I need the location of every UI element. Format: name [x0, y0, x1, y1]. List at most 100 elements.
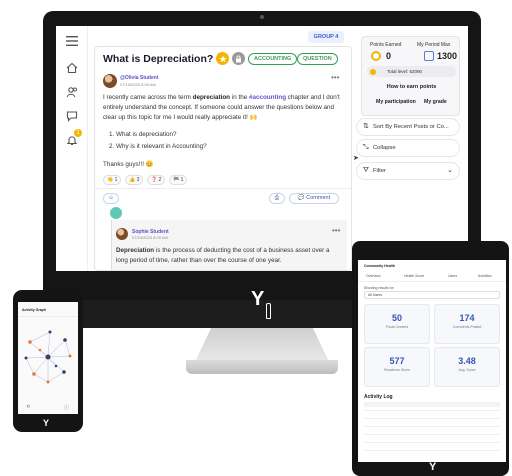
total-level-label: Total level: 52090: [387, 69, 423, 74]
tablet-filter-label: Showing results for: [364, 286, 394, 290]
phone-back-icon[interactable]: ⟲: [26, 404, 30, 410]
home-icon[interactable]: [65, 62, 79, 76]
tablet-tab[interactable]: Activities: [478, 274, 492, 278]
sort-dropdown[interactable]: ⇅ Sort By Recent Posts or Co...: [356, 118, 460, 136]
collapse-icon: ⤡: [363, 144, 369, 151]
my-participation-link[interactable]: My participation: [376, 99, 416, 105]
more-options-icon[interactable]: •••: [331, 73, 339, 82]
phone-brand-logo: Y: [43, 418, 50, 428]
stat-value: 174: [459, 313, 475, 323]
table-row: [364, 450, 500, 451]
reply-comment: Sophie Student 07/19/2023 8:00 AM ••• De…: [110, 207, 347, 270]
chevron-down-icon: ⌄: [447, 167, 453, 174]
add-reaction-button[interactable]: ☺: [103, 193, 119, 204]
activity-log-title: Activity Log: [364, 394, 393, 400]
filter-label: Filter: [373, 168, 386, 174]
points-earned-label: Points Earned: [370, 42, 402, 48]
period-max-value: 1300: [437, 51, 458, 61]
menu-icon[interactable]: [65, 36, 79, 50]
how-to-earn-link[interactable]: How to earn points: [362, 84, 461, 90]
stat-card: 3.48 Avg. Score: [434, 347, 500, 387]
sun-icon: [370, 68, 376, 75]
my-grade-link[interactable]: My grade: [424, 99, 447, 105]
reaction-flag[interactable]: 🏁 1: [169, 175, 188, 185]
app-screen: 1 GROUP 4 What is Depreciation? ACCOUNTI…: [56, 26, 468, 271]
more-options-icon[interactable]: •••: [332, 226, 340, 235]
post-thanks: Thanks guys!!! 😊: [103, 161, 154, 168]
table-row: [364, 418, 500, 419]
table-row: [364, 442, 500, 443]
stat-value: 577: [389, 356, 405, 366]
tablet-filter-select[interactable]: All Users: [364, 291, 500, 299]
points-earned-value: 0: [386, 51, 392, 61]
star-icon[interactable]: [216, 52, 229, 65]
table-row: [364, 426, 500, 427]
stat-label: Avg. Score: [458, 368, 476, 372]
stat-label: Posts Created: [385, 325, 409, 329]
filter-dropdown[interactable]: ⛛ Filter ⌄: [356, 162, 460, 180]
table-row: [364, 410, 500, 411]
points-panel: Points Earned My Period Max 0 1300 Total…: [361, 36, 460, 116]
stat-label: Comments Posted: [452, 325, 482, 329]
monitor-stand-base: [186, 360, 338, 374]
total-level-bar: Total level: 52090: [367, 66, 456, 77]
brand-logo-key-icon: [266, 303, 271, 319]
coin-icon: [371, 51, 381, 61]
avatar[interactable]: [103, 74, 117, 88]
stat-value: 3.48: [458, 356, 476, 366]
stat-value: 50: [391, 313, 402, 323]
comment-button[interactable]: 💬 Comment: [289, 193, 339, 204]
monitor-stand-neck: [195, 328, 329, 362]
stat-card: 174 Comments Posted: [434, 304, 500, 344]
phone-info-icon[interactable]: ⓘ: [64, 404, 69, 411]
tablet-tab[interactable]: Overview: [366, 274, 381, 278]
phone-title: Activity Graph: [22, 308, 46, 312]
network-graph: [24, 330, 72, 384]
stat-card: 50 Posts Created: [364, 304, 430, 344]
divider: [95, 188, 351, 189]
sort-icon: ⇅: [363, 123, 369, 130]
avatar[interactable]: [116, 228, 128, 240]
reply-body: Depreciation is the process of deducting…: [116, 247, 330, 264]
collapse-button[interactable]: ⤡ Collapse: [356, 139, 460, 157]
filter-icon: ⛛: [363, 167, 369, 174]
post-body: I recently came across the term deprecia…: [103, 94, 340, 121]
notification-badge: 1: [74, 129, 82, 137]
sidebar: 1: [56, 26, 88, 271]
tablet-tab[interactable]: Users: [448, 274, 457, 278]
list-item: 2. Why is it relevant in Accounting?: [109, 143, 207, 150]
brand-logo: Y: [251, 288, 265, 310]
print-icon[interactable]: ⎙: [269, 193, 285, 204]
tag-question[interactable]: QUESTION: [297, 53, 338, 65]
group-chip[interactable]: GROUP 4: [308, 31, 344, 43]
camera-icon: [260, 15, 264, 19]
tablet-screen: Community Health Overview Health Score U…: [358, 260, 506, 462]
list-item: 1. What is depreciation?: [109, 131, 177, 138]
table-header: [364, 402, 500, 407]
table-row: [364, 434, 500, 435]
lock-icon[interactable]: [232, 52, 245, 65]
mouse-cursor-icon: ➤: [353, 155, 359, 162]
tablet-brand-logo: Y: [429, 461, 437, 473]
tablet-tab[interactable]: Health Score: [404, 274, 424, 278]
sort-label: Sort By Recent Posts or Co...: [373, 124, 449, 130]
activity-log-table: [364, 402, 500, 458]
reaction-clap[interactable]: 👏 1: [103, 175, 122, 185]
period-max-label: My Period Max: [417, 42, 451, 48]
post-author[interactable]: @Olivia Student: [120, 75, 159, 81]
question-list: 1. What is depreciation? 2. Why is it re…: [109, 129, 207, 153]
phone-screen: Activity Graph ⟲ ⓘ: [18, 302, 78, 414]
tag-accounting[interactable]: ACCOUNTING: [248, 53, 298, 65]
groups-icon[interactable]: [65, 86, 79, 100]
reaction-thumbs-up[interactable]: 👍 3: [125, 175, 144, 185]
chat-icon[interactable]: [65, 110, 79, 124]
calendar-icon: [424, 51, 434, 61]
post-timestamp: 07/19/2023 8:00 AM: [120, 82, 156, 87]
collapse-label: Collapse: [373, 145, 396, 151]
reaction-question[interactable]: ❓ 2: [147, 175, 166, 185]
reply-indicator-icon: [110, 207, 122, 219]
tablet-title: Community Health: [364, 264, 395, 268]
divider: [18, 316, 78, 317]
comment-button-label: Comment: [306, 195, 331, 201]
divider: [358, 281, 506, 282]
